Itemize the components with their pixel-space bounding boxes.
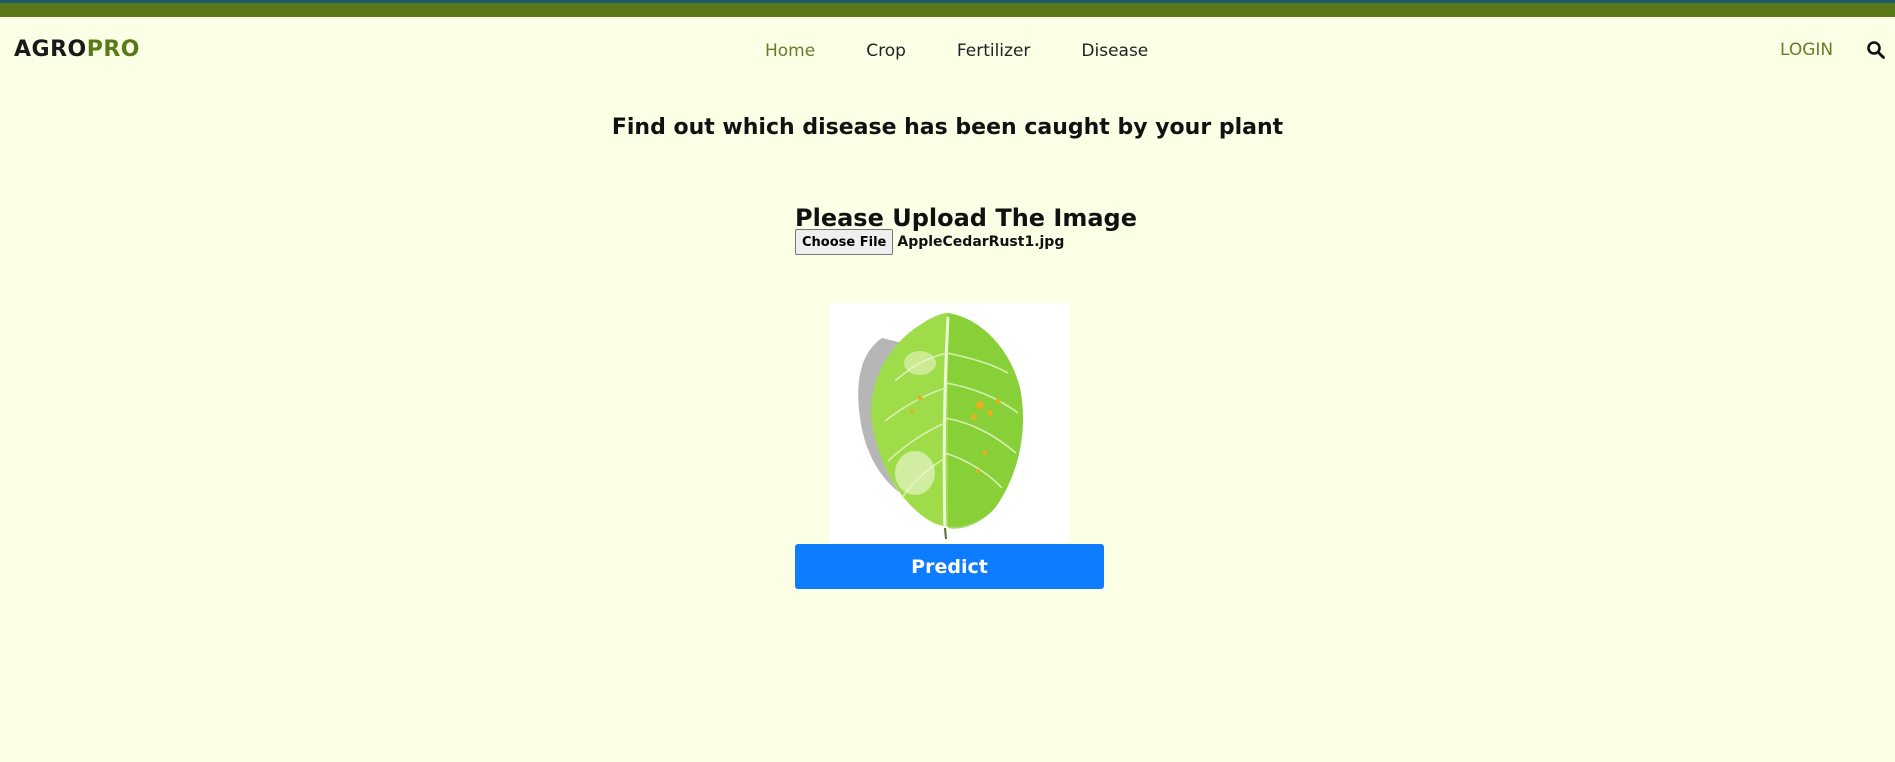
search-icon xyxy=(1867,41,1885,59)
upload-title: Please Upload The Image xyxy=(795,203,1137,232)
choose-file-button[interactable]: Choose File xyxy=(795,229,894,255)
selected-file-name: AppleCedarRust1.jpg xyxy=(897,234,1065,250)
main-nav: Home Crop Fertilizer Disease xyxy=(765,41,1199,61)
nav-disease-link[interactable]: Disease xyxy=(1081,41,1148,61)
logo[interactable]: AGROPRO xyxy=(14,37,140,62)
leaf-image xyxy=(858,313,1023,540)
nav-crop-link[interactable]: Crop xyxy=(866,41,906,61)
file-input-row: Choose File AppleCedarRust1.jpg xyxy=(795,229,1064,255)
logo-main: AGRO xyxy=(14,37,87,62)
nav-fertilizer-link[interactable]: Fertilizer xyxy=(957,41,1031,61)
login-link[interactable]: LOGIN xyxy=(1780,40,1833,60)
page-headline: Find out which disease has been caught b… xyxy=(611,114,1284,140)
top-accent-bar xyxy=(0,0,1895,17)
navbar: AGROPRO Home Crop Fertilizer Disease LOG… xyxy=(0,17,1895,83)
uploaded-image-preview xyxy=(830,303,1070,543)
search-button[interactable] xyxy=(1866,40,1886,60)
nav-home-link[interactable]: Home xyxy=(765,41,815,61)
predict-button[interactable]: Predict xyxy=(795,544,1104,589)
logo-accent: PRO xyxy=(86,37,141,62)
